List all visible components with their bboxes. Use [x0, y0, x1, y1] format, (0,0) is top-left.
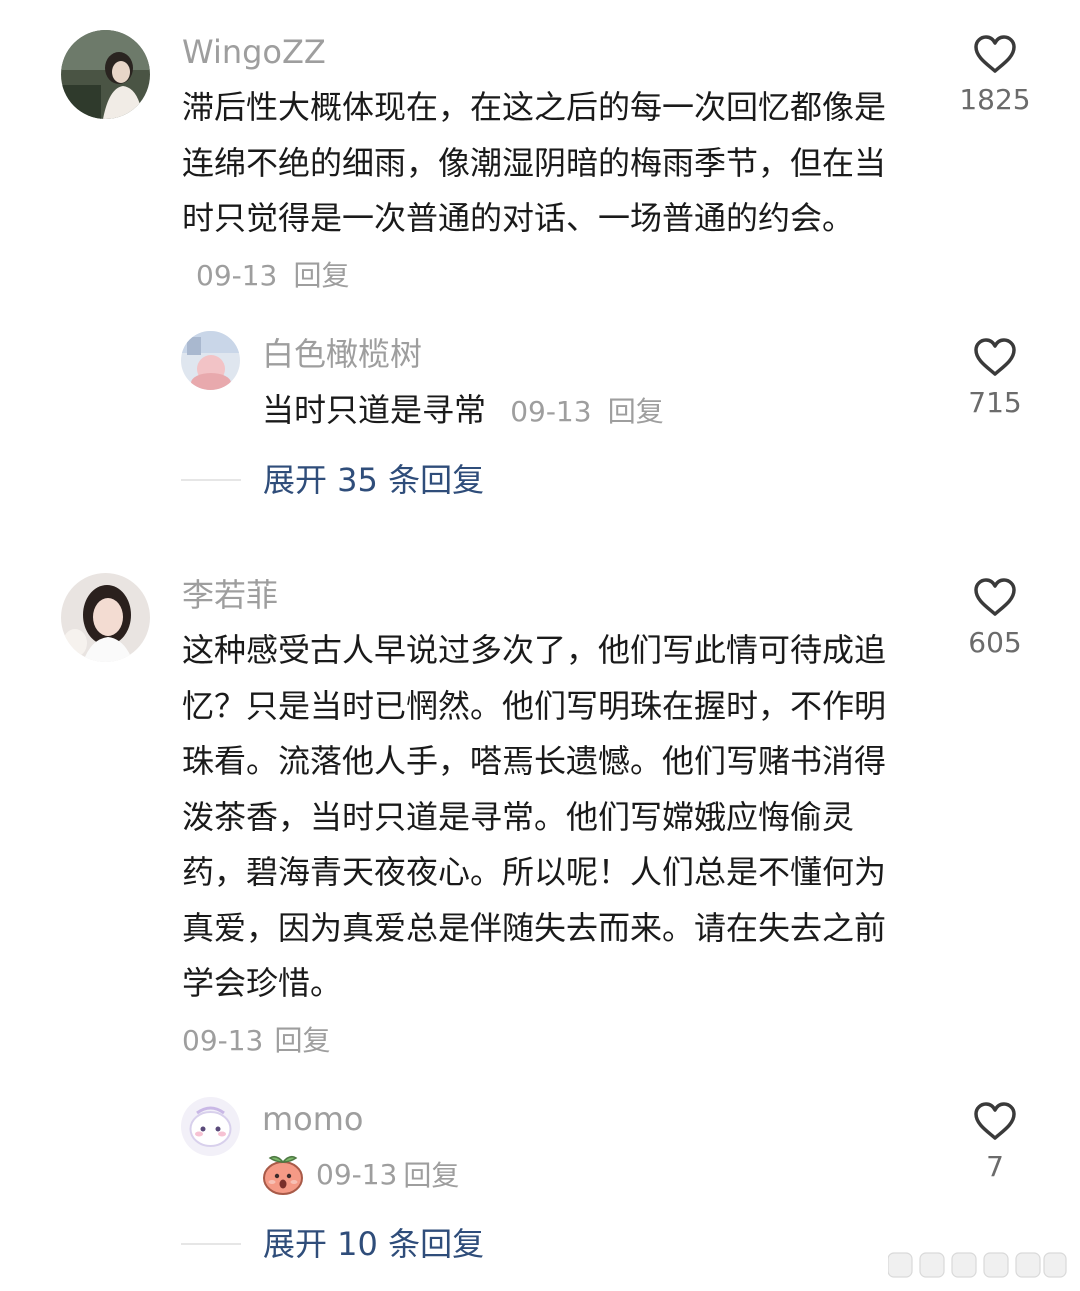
reply-link[interactable]: 回复	[403, 1154, 459, 1194]
comment-username[interactable]: WingoZZ	[182, 32, 326, 72]
divider	[181, 479, 241, 481]
watermark-logo	[888, 1252, 1067, 1278]
avatar[interactable]	[61, 30, 150, 119]
reply-date: 09-13	[316, 1157, 398, 1191]
reply-link[interactable]: 回复	[608, 395, 664, 428]
reply-link[interactable]: 回复	[274, 1024, 330, 1057]
reply-text: 当时只道是寻常 09-13 回复	[262, 388, 664, 434]
like-count: 605	[968, 626, 1022, 659]
reply-username[interactable]: 白色橄榄树	[262, 334, 422, 374]
expand-replies-label: 展开 35 条回复	[263, 461, 485, 499]
heart-outline-icon	[974, 35, 1016, 73]
divider	[181, 1243, 241, 1245]
reply-username[interactable]: momo	[262, 1099, 364, 1139]
like-count: 1825	[959, 83, 1031, 116]
like-button[interactable]: 715	[935, 337, 1055, 421]
comment-body: 滞后性大概体现在，在这之后的每一次回忆都像是连绵不绝的细雨，像潮湿阴暗的梅雨季节…	[182, 88, 887, 237]
comment-username[interactable]: 李若菲	[182, 575, 278, 615]
comment-text: 滞后性大概体现在，在这之后的每一次回忆都像是连绵不绝的细雨，像潮湿阴暗的梅雨季节…	[182, 80, 907, 303]
avatar[interactable]	[61, 573, 150, 662]
reply-body: 当时只道是寻常	[262, 391, 487, 429]
comment-text: 这种感受古人早说过多次了，他们写此情可待成追忆？只是当时已惘然。他们写明珠在握时…	[182, 631, 887, 1002]
heart-outline-icon	[974, 338, 1016, 376]
like-button[interactable]: 605	[935, 577, 1055, 661]
expand-replies-button[interactable]: 展开 35 条回复	[181, 460, 484, 500]
like-button[interactable]: 7	[935, 1101, 1055, 1185]
reply-link[interactable]: 回复	[294, 259, 350, 292]
like-button[interactable]: 1825	[935, 34, 1055, 118]
expand-replies-button[interactable]: 展开 10 条回复	[181, 1224, 484, 1264]
like-count: 7	[986, 1150, 1004, 1183]
comment-date: 09-13	[196, 258, 278, 292]
comment-meta: 09-13 回复	[182, 1021, 330, 1065]
like-count: 715	[968, 386, 1022, 419]
heart-outline-icon	[974, 578, 1016, 616]
peach-sticker-icon	[263, 1155, 303, 1195]
avatar[interactable]	[181, 1097, 240, 1156]
reply-date: 09-13	[510, 395, 592, 428]
expand-replies-label: 展开 10 条回复	[263, 1225, 485, 1263]
comment-date: 09-13	[182, 1024, 264, 1057]
reply-text: 09-13 回复	[262, 1152, 459, 1196]
heart-outline-icon	[974, 1102, 1016, 1140]
avatar[interactable]	[181, 331, 240, 390]
